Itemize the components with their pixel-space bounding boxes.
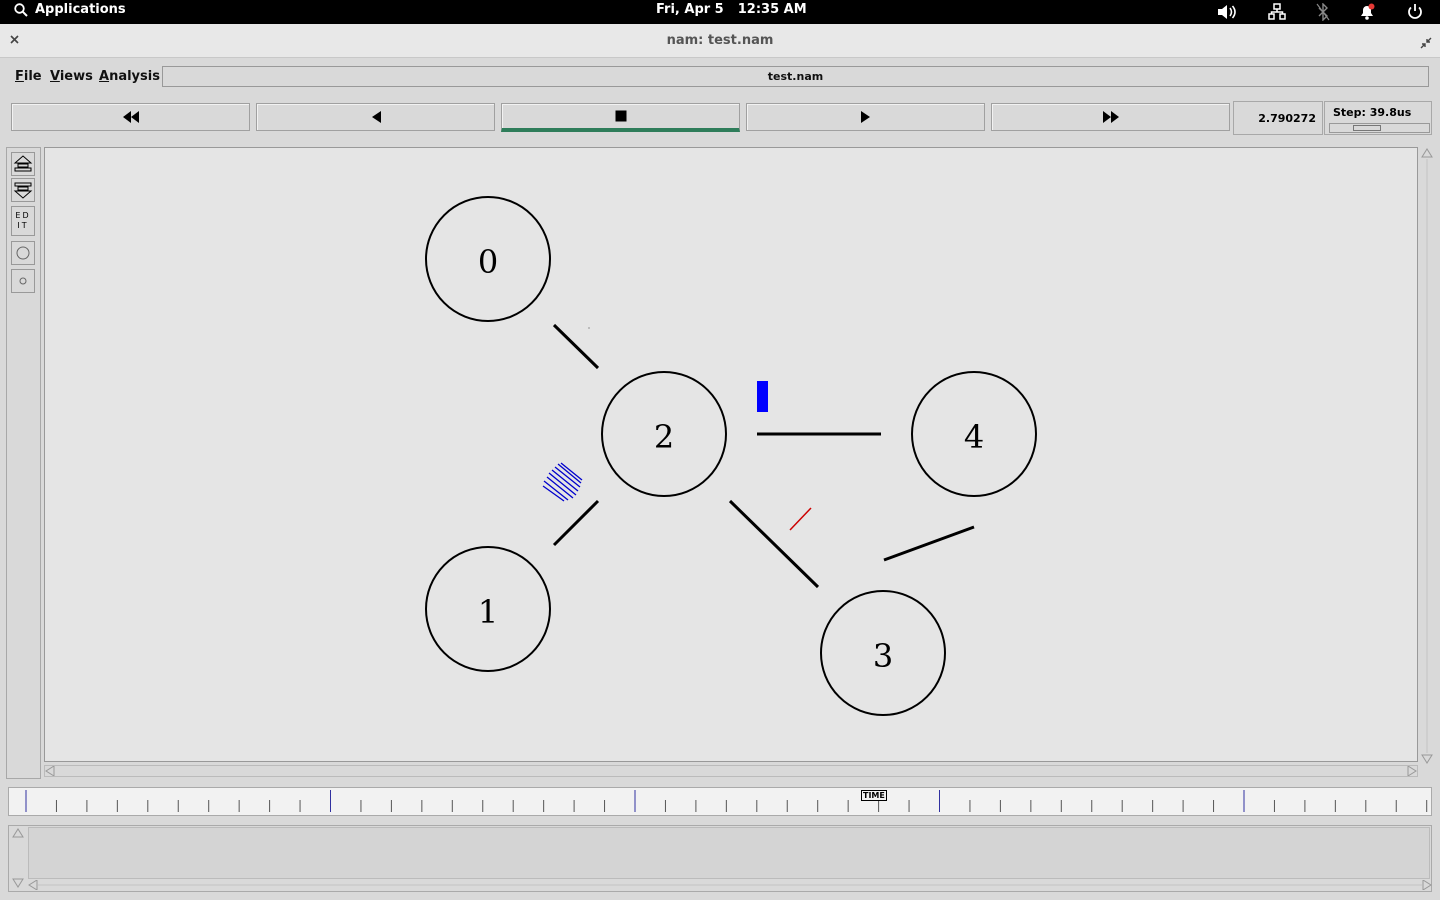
volume-icon[interactable] — [1216, 3, 1238, 21]
notification-bell-icon[interactable] — [1358, 3, 1376, 21]
dropped-packet[interactable] — [789, 507, 812, 531]
back-arrow-icon — [371, 111, 381, 123]
menu-views[interactable]: Views — [50, 69, 93, 84]
restore-icon — [1420, 37, 1432, 49]
timeline-slider[interactable]: TIME — [8, 787, 1432, 816]
menu-file[interactable]: File — [15, 69, 42, 84]
date-label: Fri, Apr 5 — [656, 2, 724, 17]
time-label: 12:35 AM — [737, 2, 807, 17]
zoom-out-button[interactable] — [11, 178, 35, 202]
fast-forward-icon — [1102, 111, 1119, 123]
step-back-button[interactable] — [256, 103, 495, 131]
node-1-label: 1 — [478, 593, 498, 631]
edit-label: EDIT — [15, 211, 31, 230]
small-node-button[interactable] — [11, 269, 35, 293]
edit-button[interactable]: EDIT — [11, 206, 35, 236]
scroll-arrows-icon — [1421, 148, 1433, 764]
annotation-panel — [8, 825, 1432, 892]
zoom-in-icon — [13, 155, 33, 172]
bluetooth-icon[interactable] — [1316, 3, 1330, 21]
play-button[interactable] — [746, 103, 985, 131]
network-canvas[interactable]: 0 1 2 3 4 — [44, 147, 1418, 762]
horizontal-scrollbar[interactable] — [44, 765, 1418, 777]
scroll-arrows-icon — [12, 828, 24, 888]
zoom-out-icon — [13, 182, 33, 199]
stop-icon — [615, 110, 626, 122]
menu-analysis[interactable]: Analysis — [99, 69, 160, 84]
timeline-marker[interactable]: TIME — [861, 790, 887, 801]
window-title: nam: test.nam — [666, 33, 774, 48]
node-3-label: 3 — [873, 637, 893, 675]
rewind-button[interactable] — [11, 103, 250, 131]
fast-forward-button[interactable] — [991, 103, 1230, 131]
link-3-4[interactable] — [883, 525, 975, 562]
applications-menu[interactable]: Applications — [14, 2, 126, 17]
step-slider[interactable] — [1329, 123, 1430, 133]
timeline-ticks — [25, 790, 1428, 812]
vertical-scrollbar[interactable] — [1420, 147, 1434, 765]
packet-queue[interactable] — [542, 462, 583, 502]
annotation-list[interactable] — [28, 827, 1430, 879]
clock[interactable]: Fri, Apr 5 12:35 AM — [656, 2, 807, 17]
node-2[interactable]: 2 — [601, 371, 727, 497]
node-1[interactable]: 1 — [425, 546, 551, 672]
rewind-icon — [122, 111, 139, 123]
system-top-bar: Applications Fri, Apr 5 12:35 AM — [0, 0, 1440, 24]
search-icon — [14, 2, 28, 17]
packet[interactable] — [757, 381, 768, 412]
applications-label: Applications — [35, 2, 126, 17]
node-0[interactable]: 0 — [425, 196, 551, 322]
step-label: Step: 39.8us — [1333, 106, 1412, 119]
step-slider-thumb[interactable] — [1353, 125, 1381, 131]
zoom-in-button[interactable] — [11, 152, 35, 176]
filename-field: test.nam — [162, 66, 1429, 87]
node-4-label: 4 — [964, 418, 984, 456]
link-0-2[interactable] — [552, 323, 600, 370]
step-control: Step: 39.8us — [1324, 101, 1432, 135]
large-node-button[interactable] — [11, 241, 35, 265]
stop-button[interactable] — [501, 103, 740, 132]
small-circle-icon — [19, 277, 27, 285]
node-0-label: 0 — [478, 243, 498, 281]
topology-drawing: 0 1 2 3 4 — [425, 196, 1037, 716]
restore-window-button[interactable] — [1420, 34, 1432, 53]
small-packet — [588, 327, 590, 329]
scroll-arrows-icon — [45, 766, 1417, 776]
current-time-display: 2.790272 — [1233, 101, 1323, 135]
window-title-bar: nam: test.nam — [0, 24, 1440, 58]
node-4[interactable]: 4 — [911, 371, 1037, 497]
menu-bar: File Views Analysis test.nam — [5, 62, 1435, 90]
power-icon[interactable] — [1406, 3, 1424, 21]
scroll-arrows-icon — [28, 880, 1432, 890]
tool-column: EDIT — [6, 147, 41, 779]
node-2-label: 2 — [654, 418, 674, 456]
play-icon — [860, 111, 870, 123]
link-1-2[interactable] — [552, 499, 600, 547]
large-circle-icon — [16, 246, 30, 260]
node-3[interactable]: 3 — [820, 590, 946, 716]
network-icon[interactable] — [1268, 3, 1286, 21]
